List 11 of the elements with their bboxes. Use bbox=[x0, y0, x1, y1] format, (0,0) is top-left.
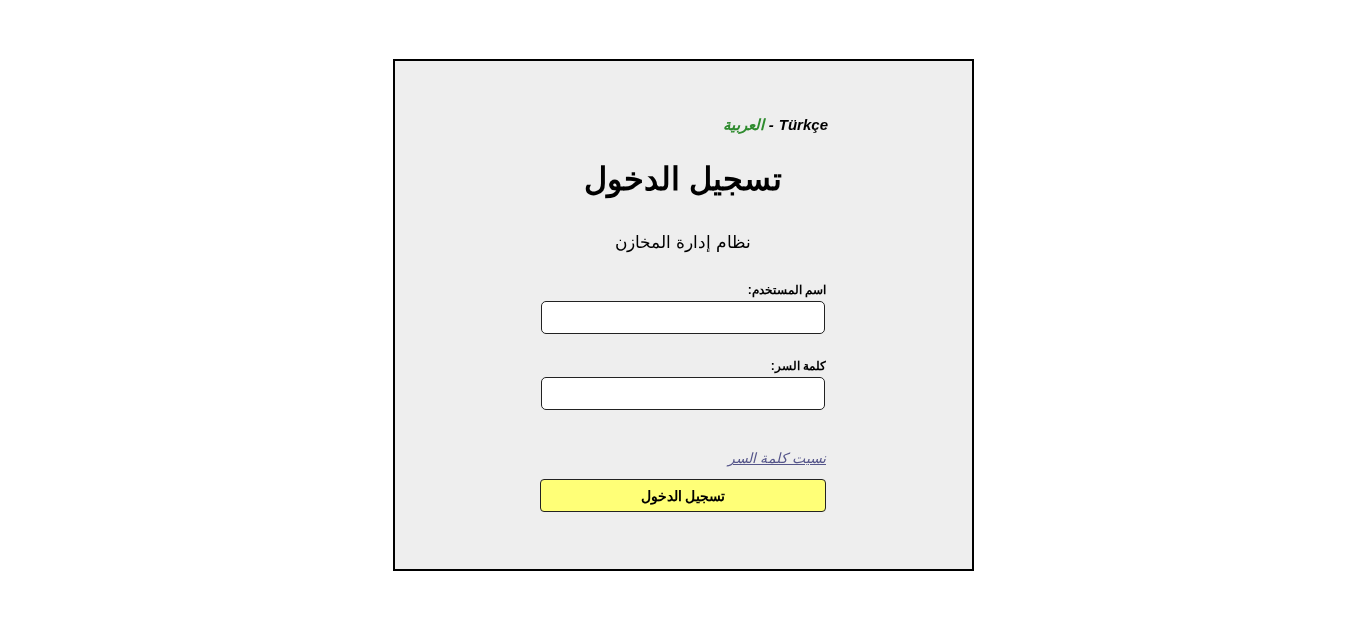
field-label: اسم المستخدم: bbox=[747, 283, 826, 298]
subtitle: نظام إدارة المخازن bbox=[614, 232, 752, 254]
input-field[interactable] bbox=[541, 301, 825, 335]
field-label: كلمة السر: bbox=[770, 359, 826, 374]
language-link[interactable]: العربية bbox=[722, 116, 764, 134]
input-field[interactable] bbox=[541, 377, 825, 411]
page-title: تسجيل الدخول bbox=[583, 160, 783, 199]
login-button[interactable]: تسجيل الدخول bbox=[540, 479, 826, 513]
language-link[interactable]: Türkçe bbox=[778, 116, 828, 134]
language-separator: - bbox=[768, 116, 774, 134]
forgot-password-link[interactable]: نسيت كلمة السر bbox=[728, 450, 826, 467]
